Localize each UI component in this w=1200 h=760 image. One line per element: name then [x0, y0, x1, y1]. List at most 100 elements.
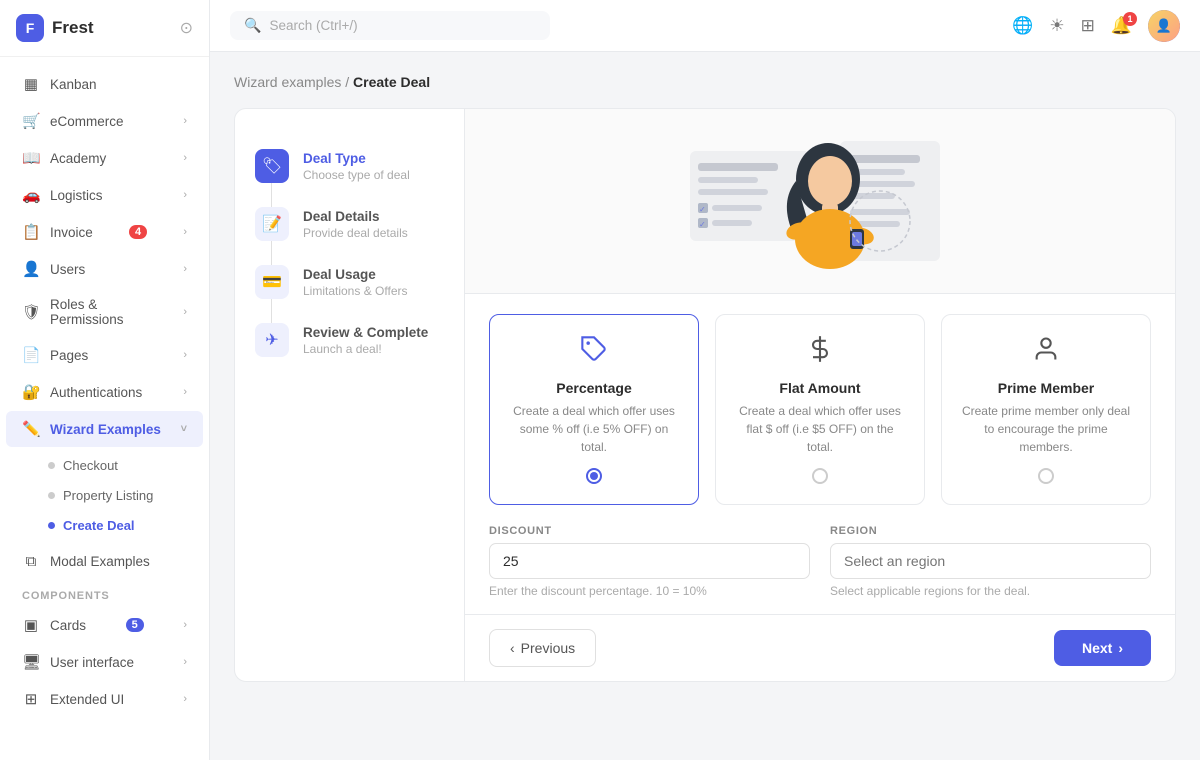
- sidebar-item-logistics[interactable]: 🚗 Logistics ›: [6, 177, 203, 213]
- notification-wrap[interactable]: 🔔 1: [1111, 16, 1132, 36]
- sidebar-logo: F Frest ⊙: [0, 0, 209, 57]
- radio-flat[interactable]: [732, 468, 908, 484]
- radio-prime[interactable]: [958, 468, 1134, 484]
- sidebar-item-checkout[interactable]: Checkout: [6, 451, 203, 480]
- sidebar-toggle-icon[interactable]: ⊙: [180, 18, 193, 38]
- chevron-right-icon: ›: [183, 263, 187, 275]
- step-icon-deal-details: 📝: [255, 207, 289, 241]
- nav-label-cards: Cards: [50, 618, 86, 633]
- app-logo-icon: F: [16, 14, 44, 42]
- card-desc-prime: Create prime member only deal to encoura…: [958, 402, 1134, 456]
- deal-card-prime[interactable]: Prime Member Create prime member only de…: [941, 314, 1151, 505]
- globe-icon[interactable]: 🌐: [1012, 16, 1033, 36]
- step-desc-review: Launch a deal!: [303, 342, 428, 356]
- next-button[interactable]: Next ›: [1054, 630, 1151, 666]
- sidebar-item-cards[interactable]: ▣ Cards 5 ›: [6, 607, 203, 643]
- chevron-right-icon: ›: [183, 693, 187, 705]
- sidebar-item-modal[interactable]: ⧉ Modal Examples: [6, 544, 203, 579]
- sidebar-item-roles[interactable]: 🛡 Roles & Permissions ›: [6, 288, 203, 336]
- chevron-right-icon: ›: [183, 656, 187, 668]
- sidebar-item-ui[interactable]: 🖥 User interface ›: [6, 644, 203, 680]
- breadcrumb-parent[interactable]: Wizard examples: [234, 74, 341, 90]
- region-input[interactable]: [830, 543, 1151, 579]
- theme-icon[interactable]: ☀: [1049, 16, 1064, 36]
- logistics-icon: 🚗: [22, 186, 40, 204]
- discount-label: DISCOUNT: [489, 525, 810, 537]
- sidebar-item-ecommerce[interactable]: 🛒 eCommerce ›: [6, 103, 203, 139]
- sidebar: F Frest ⊙ ▦ Kanban 🛒 eCommerce › 📖 Acade…: [0, 0, 210, 760]
- chevron-right-icon: ›: [183, 189, 187, 201]
- step-info-deal-usage: Deal Usage Limitations & Offers: [303, 265, 407, 298]
- search-icon: 🔍: [244, 17, 261, 34]
- app-name: Frest: [52, 18, 94, 38]
- step-info-deal-type: Deal Type Choose type of deal: [303, 149, 410, 182]
- region-hint: Select applicable regions for the deal.: [830, 584, 1151, 598]
- search-bar[interactable]: 🔍 Search (Ctrl+/): [230, 11, 550, 40]
- step-info-review: Review & Complete Launch a deal!: [303, 323, 428, 356]
- sidebar-item-extended-ui[interactable]: ⊞ Extended UI ›: [6, 681, 203, 717]
- cards-icon: ▣: [22, 616, 40, 634]
- previous-button[interactable]: ‹ Previous: [489, 629, 596, 667]
- wizard-main: ✓ ✓: [465, 109, 1175, 681]
- step-review: ✈ Review & Complete Launch a deal!: [255, 311, 444, 369]
- sub-nav-label-checkout: Checkout: [63, 458, 118, 473]
- chevron-right-icon: ›: [183, 619, 187, 631]
- avatar[interactable]: 👤: [1148, 10, 1180, 42]
- breadcrumb-current: Create Deal: [353, 74, 430, 90]
- users-icon: 👤: [22, 260, 40, 278]
- deal-card-percentage[interactable]: Percentage Create a deal which offer use…: [489, 314, 699, 505]
- notification-badge: 1: [1123, 12, 1137, 26]
- discount-hint: Enter the discount percentage. 10 = 10%: [489, 584, 810, 598]
- step-deal-type: 🏷 Deal Type Choose type of deal: [255, 137, 444, 195]
- dot-active-icon: [48, 522, 55, 529]
- sidebar-item-academy[interactable]: 📖 Academy ›: [6, 140, 203, 176]
- step-title-deal-type: Deal Type: [303, 151, 410, 166]
- step-deal-usage: 💳 Deal Usage Limitations & Offers: [255, 253, 444, 311]
- nav-label-modal: Modal Examples: [50, 554, 150, 569]
- page-content: Wizard examples / Create Deal 🏷 Deal Typ…: [210, 52, 1200, 760]
- radio-dot-percentage: [586, 468, 602, 484]
- step-deal-details: 📝 Deal Details Provide deal details: [255, 195, 444, 253]
- illustration-svg: ✓ ✓: [680, 121, 960, 281]
- sidebar-item-users[interactable]: 👤 Users ›: [6, 251, 203, 287]
- sidebar-item-property-listing[interactable]: Property Listing: [6, 481, 203, 510]
- deal-card-flat[interactable]: Flat Amount Create a deal which offer us…: [715, 314, 925, 505]
- kanban-icon: ▦: [22, 75, 40, 93]
- flat-amount-icon: [732, 335, 908, 370]
- chevron-left-icon: ‹: [510, 640, 515, 656]
- sidebar-item-kanban[interactable]: ▦ Kanban: [6, 66, 203, 102]
- step-title-review: Review & Complete: [303, 325, 428, 340]
- sidebar-nav: ▦ Kanban 🛒 eCommerce › 📖 Academy › 🚗 Log…: [0, 57, 209, 760]
- topbar-icons: 🌐 ☀ ⊞ 🔔 1 👤: [1012, 10, 1180, 42]
- chevron-right-icon: ›: [1118, 640, 1123, 656]
- step-title-deal-usage: Deal Usage: [303, 267, 407, 282]
- discount-input[interactable]: [489, 543, 810, 579]
- nav-label-invoice: Invoice: [50, 225, 93, 240]
- breadcrumb: Wizard examples / Create Deal: [234, 74, 1176, 90]
- radio-percentage[interactable]: [506, 468, 682, 484]
- modal-icon: ⧉: [22, 553, 40, 570]
- radio-dot-prime: [1038, 468, 1054, 484]
- sidebar-item-wizard[interactable]: ✏️ Wizard Examples ˅: [6, 411, 203, 447]
- grid-icon[interactable]: ⊞: [1081, 16, 1095, 36]
- nav-label-kanban: Kanban: [50, 77, 97, 92]
- chevron-right-icon: ›: [183, 349, 187, 361]
- nav-label-logistics: Logistics: [50, 188, 103, 203]
- sidebar-item-auth[interactable]: 🔐 Authentications ›: [6, 374, 203, 410]
- invoice-badge: 4: [129, 225, 147, 239]
- step-desc-deal-usage: Limitations & Offers: [303, 284, 407, 298]
- sidebar-item-create-deal[interactable]: Create Deal: [6, 511, 203, 540]
- sub-nav-label-property: Property Listing: [63, 488, 153, 503]
- sidebar-item-pages[interactable]: 📄 Pages ›: [6, 337, 203, 373]
- discount-field-group: DISCOUNT Enter the discount percentage. …: [489, 525, 810, 598]
- card-desc-flat: Create a deal which offer uses flat $ of…: [732, 402, 908, 456]
- wizard-icon: ✏️: [22, 420, 40, 438]
- sidebar-item-invoice[interactable]: 📋 Invoice 4 ›: [6, 214, 203, 250]
- step-desc-deal-details: Provide deal details: [303, 226, 408, 240]
- nav-label-roles: Roles & Permissions: [50, 297, 173, 327]
- nav-label-extended-ui: Extended UI: [50, 692, 124, 707]
- dot-icon: [48, 462, 55, 469]
- step-icon-deal-type: 🏷: [255, 149, 289, 183]
- pages-icon: 📄: [22, 346, 40, 364]
- chevron-down-icon: ˅: [181, 423, 187, 435]
